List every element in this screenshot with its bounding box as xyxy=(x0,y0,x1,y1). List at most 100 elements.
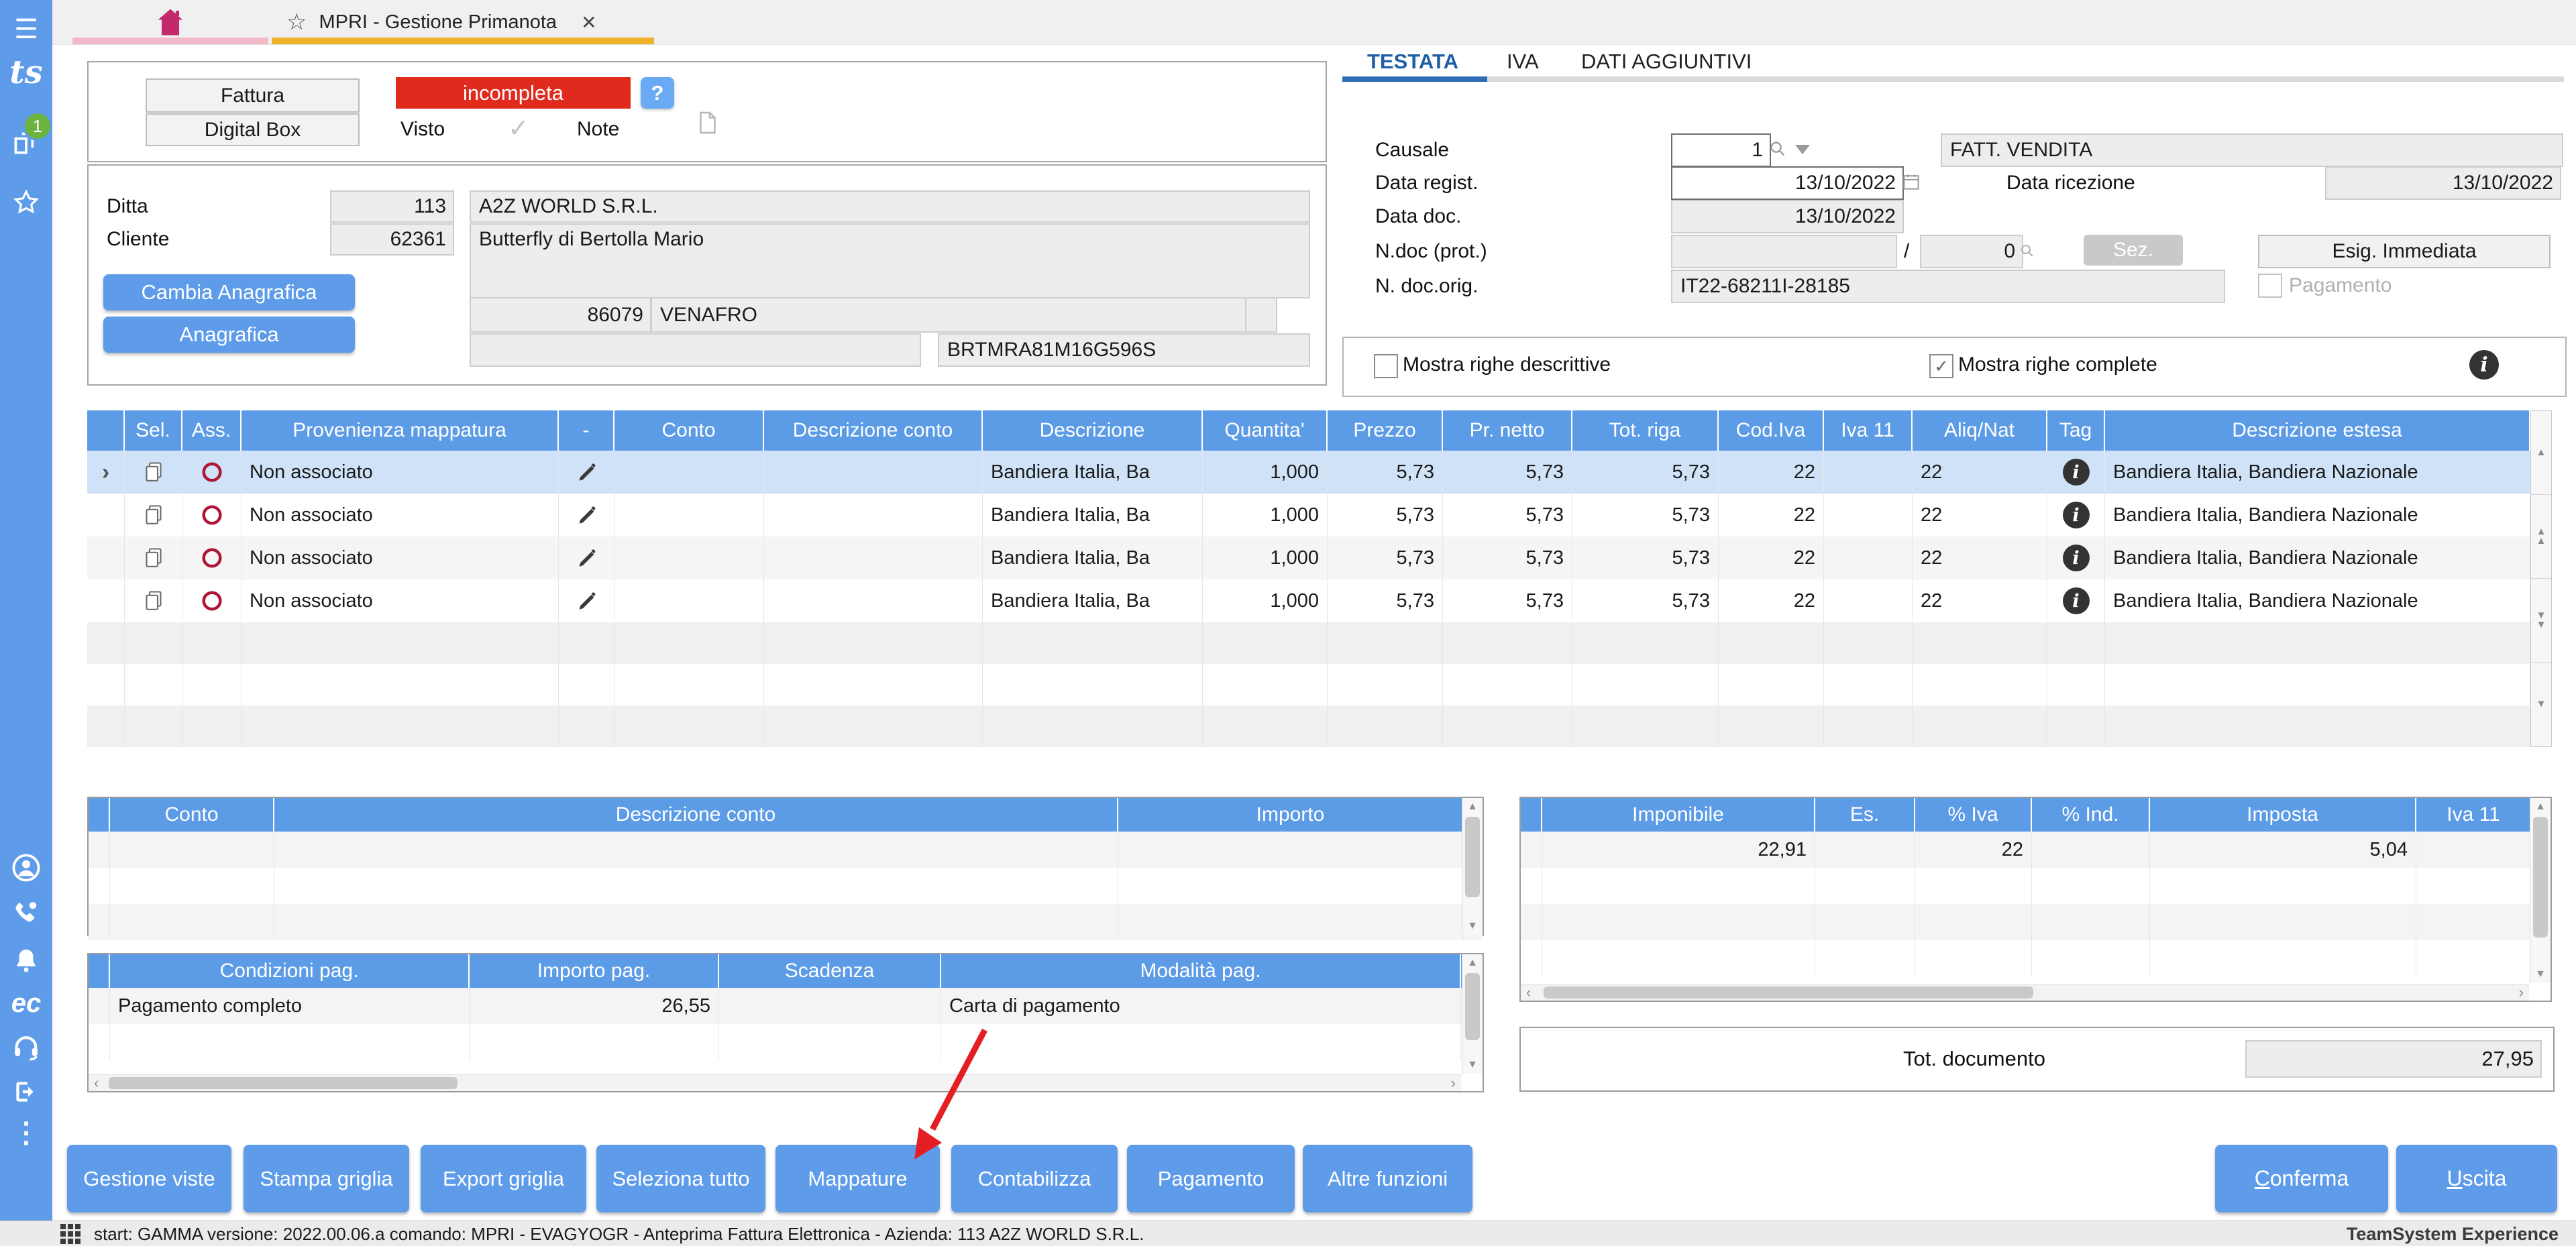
select-copy-icon[interactable] xyxy=(125,579,182,622)
note-document-icon[interactable] xyxy=(698,111,718,138)
ndoc-search-icon[interactable] xyxy=(2019,243,2035,262)
contabilizza-button[interactable]: Contabilizza xyxy=(951,1145,1118,1212)
column-header[interactable]: Iva 11 xyxy=(1824,410,1913,451)
column-header[interactable]: Importo xyxy=(1118,798,1464,832)
favorites-star-icon[interactable] xyxy=(0,182,52,223)
empty-row[interactable] xyxy=(1521,868,2551,904)
teamsystem-logo[interactable]: ts xyxy=(0,51,52,94)
mostra-complete-checkbox[interactable]: ✓ xyxy=(1929,354,1953,378)
ndoc-number-field[interactable]: 0 xyxy=(1920,235,2023,268)
edit-pencil-icon[interactable] xyxy=(559,664,614,705)
pagamento-row[interactable]: Pagamento completo26,55Carta di pagament… xyxy=(89,988,1483,1024)
main-grid-row[interactable]: ›Non associatoBandiera Italia, Ba1,0005,… xyxy=(87,451,2552,494)
main-grid-row[interactable]: Non associatoBandiera Italia, Ba1,0005,7… xyxy=(87,536,2552,579)
column-header[interactable]: % Iva xyxy=(1915,798,2032,832)
pagamento-button[interactable]: Pagamento xyxy=(1127,1145,1295,1212)
anagrafica-button[interactable]: Anagrafica xyxy=(103,317,355,353)
select-copy-icon[interactable] xyxy=(125,536,182,579)
seleziona-tutto-button[interactable]: Seleziona tutto xyxy=(596,1145,765,1212)
mostra-descrittive-checkbox[interactable] xyxy=(1374,354,1398,378)
column-header[interactable]: Conto xyxy=(614,410,764,451)
documents-icon[interactable]: 1 xyxy=(0,119,52,166)
tab-close-icon[interactable]: ✕ xyxy=(581,11,596,34)
data-regist-input[interactable]: 13/10/2022 xyxy=(1671,166,1904,200)
home-tab[interactable] xyxy=(72,0,268,44)
tab-mpri-gestione-primanota[interactable]: ☆ MPRI - Gestione Primanota ✕ xyxy=(272,0,654,44)
app-grid-icon[interactable] xyxy=(60,1224,80,1244)
favorite-star-icon[interactable]: ☆ xyxy=(286,9,307,36)
select-copy-icon[interactable] xyxy=(125,622,182,664)
edit-pencil-icon[interactable] xyxy=(559,622,614,664)
gestione-viste-button[interactable]: Gestione viste xyxy=(67,1145,231,1212)
tag-info-icon[interactable] xyxy=(2047,622,2105,664)
pagamento-checkbox[interactable] xyxy=(2258,274,2282,298)
digital-box-button[interactable]: Digital Box xyxy=(146,113,360,146)
page-down-icon[interactable]: ▼▼ xyxy=(2531,579,2551,663)
logout-icon[interactable] xyxy=(0,1073,52,1111)
column-header[interactable]: Pr. netto xyxy=(1443,410,1572,451)
column-header[interactable]: Ass. xyxy=(182,410,241,451)
main-grid-scrollbar[interactable]: ▲ ▲▲ ▼▼ ▼ xyxy=(2530,410,2552,747)
select-copy-icon[interactable] xyxy=(125,705,182,747)
column-header[interactable]: Sel. xyxy=(125,410,182,451)
column-header[interactable]: Imponibile xyxy=(1542,798,1815,832)
column-header[interactable]: Es. xyxy=(1815,798,1915,832)
main-grid-row[interactable]: Non associatoBandiera Italia, Ba1,0005,7… xyxy=(87,579,2552,622)
stampa-griglia-button[interactable]: Stampa griglia xyxy=(244,1145,409,1212)
causale-dropdown-icon[interactable] xyxy=(1795,145,1810,154)
column-header[interactable]: Imposta xyxy=(2150,798,2416,832)
fattura-button[interactable]: Fattura xyxy=(146,78,360,113)
causale-search-icon[interactable] xyxy=(1768,139,1787,162)
column-header[interactable]: Modalità pag. xyxy=(941,954,1461,988)
user-icon[interactable] xyxy=(0,849,52,887)
cambia-anagrafica-button[interactable]: Cambia Anagrafica xyxy=(103,274,355,310)
column-header[interactable]: Tag xyxy=(2047,410,2105,451)
altre-funzioni-button[interactable]: Altre funzioni xyxy=(1303,1145,1472,1212)
column-header[interactable]: Descrizione xyxy=(983,410,1203,451)
empty-row[interactable] xyxy=(89,832,1483,868)
conferma-button[interactable]: Conferma xyxy=(2215,1145,2388,1212)
calendar-icon[interactable] xyxy=(1901,172,1921,195)
tag-info-icon[interactable] xyxy=(2047,664,2105,705)
empty-row[interactable] xyxy=(89,1024,1483,1060)
column-header[interactable]: Quantita' xyxy=(1203,410,1328,451)
empty-row[interactable] xyxy=(89,868,1483,904)
iva-grid-vscrollbar[interactable]: ▲▼ xyxy=(2530,798,2551,983)
pagamenti-grid-vscrollbar[interactable]: ▲▼ xyxy=(1462,954,1483,1074)
edit-pencil-icon[interactable] xyxy=(559,705,614,747)
notifications-bell-icon[interactable] xyxy=(0,942,52,980)
column-header[interactable]: % Ind. xyxy=(2032,798,2150,832)
column-header[interactable]: Provenienza mappatura xyxy=(241,410,559,451)
tag-info-icon[interactable] xyxy=(2047,705,2105,747)
column-header[interactable]: Scadenza xyxy=(719,954,941,988)
pagamenti-grid-hscrollbar[interactable]: ‹› xyxy=(89,1074,1461,1091)
visto-check-icon[interactable]: ✓ xyxy=(508,113,529,144)
select-copy-icon[interactable] xyxy=(125,494,182,536)
column-header[interactable]: Condizioni pag. xyxy=(110,954,470,988)
tab-testata[interactable]: TESTATA xyxy=(1367,50,1458,74)
mappature-button[interactable]: Mappature xyxy=(775,1145,940,1212)
phone-icon[interactable] xyxy=(0,894,52,931)
empty-row[interactable] xyxy=(87,664,2552,705)
uscita-button[interactable]: Uscita xyxy=(2396,1145,2557,1212)
column-header[interactable]: Descrizione conto xyxy=(274,798,1118,832)
tab-dati-aggiuntivi[interactable]: DATI AGGIUNTIVI xyxy=(1581,50,1752,74)
page-up-icon[interactable]: ▲▲ xyxy=(2531,495,2551,579)
column-header[interactable]: Importo pag. xyxy=(470,954,719,988)
conto-grid-vscrollbar[interactable]: ▲▼ xyxy=(1462,798,1483,935)
column-header[interactable] xyxy=(1521,798,1542,832)
ec-logo[interactable]: ec xyxy=(0,984,52,1022)
select-copy-icon[interactable] xyxy=(125,664,182,705)
column-header[interactable]: Tot. riga xyxy=(1572,410,1719,451)
scroll-up-icon[interactable]: ▲ xyxy=(2531,411,2551,495)
edit-pencil-icon[interactable] xyxy=(559,579,614,622)
select-copy-icon[interactable] xyxy=(125,451,182,494)
more-options-icon[interactable]: ⋮ xyxy=(0,1113,52,1151)
empty-row[interactable] xyxy=(1521,904,2551,940)
empty-row[interactable] xyxy=(89,904,1483,940)
scroll-down-icon[interactable]: ▼ xyxy=(2531,663,2551,746)
empty-row[interactable] xyxy=(87,622,2552,664)
tag-info-icon[interactable]: i xyxy=(2047,579,2105,622)
iva-grid-hscrollbar[interactable]: ‹› xyxy=(1521,984,2529,1001)
column-header[interactable]: Descrizione conto xyxy=(764,410,983,451)
